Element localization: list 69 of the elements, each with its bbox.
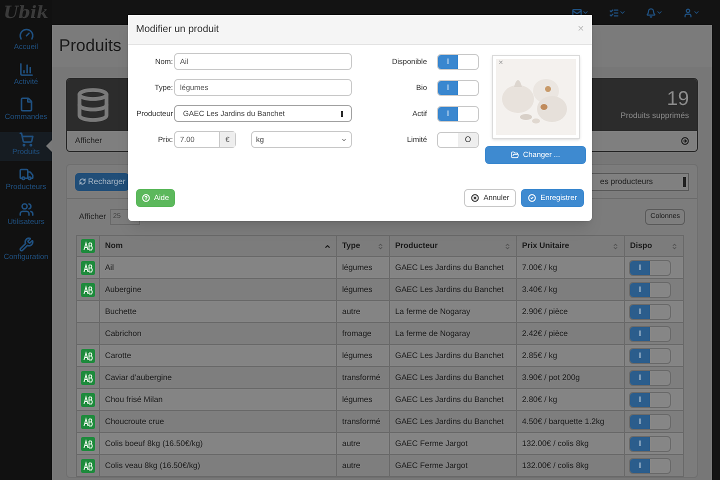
bio-label-icon bbox=[80, 282, 95, 296]
toggle-switch[interactable]: I bbox=[628, 304, 671, 320]
sort-ascending-icon bbox=[324, 242, 332, 250]
bio-label-icon bbox=[80, 414, 95, 428]
stats-label: Produits supprimés bbox=[620, 110, 689, 122]
toggle-switch[interactable]: I bbox=[628, 348, 671, 364]
check-icon bbox=[528, 194, 536, 202]
stats-count: 19 bbox=[666, 88, 689, 110]
table-cell: 132.00€ / colis 8kg bbox=[516, 454, 624, 476]
bell-icon bbox=[646, 8, 656, 18]
bio-label-icon bbox=[80, 370, 95, 384]
remove-image-button[interactable]: × bbox=[498, 59, 504, 67]
toggle-switch[interactable]: I bbox=[437, 80, 479, 96]
toggle-switch[interactable]: I bbox=[628, 436, 671, 452]
caret-icon bbox=[341, 136, 347, 142]
list-icon bbox=[609, 8, 619, 18]
toggle-switch[interactable]: I bbox=[437, 54, 479, 70]
column-header[interactable]: Producteur bbox=[390, 236, 517, 256]
database-icon bbox=[75, 87, 111, 123]
toggle-switch[interactable]: I bbox=[628, 458, 671, 474]
wrench-icon bbox=[18, 237, 34, 252]
sort-icon bbox=[612, 242, 619, 250]
cart-icon bbox=[18, 132, 34, 147]
column-header[interactable]: Nom bbox=[99, 236, 337, 256]
bio-label-icon bbox=[80, 392, 95, 406]
user-menu[interactable] bbox=[683, 8, 700, 18]
gauge-icon bbox=[18, 27, 34, 42]
users-icon bbox=[18, 202, 34, 217]
bio-label-icon bbox=[80, 436, 95, 450]
show-label: Afficher bbox=[79, 211, 106, 223]
file-icon bbox=[18, 97, 34, 112]
arrow-circle-icon bbox=[681, 137, 689, 145]
caret-icon bbox=[619, 9, 626, 16]
page-title: Produits bbox=[59, 35, 122, 58]
bio-label-icon bbox=[80, 348, 95, 362]
bar-chart-icon bbox=[18, 62, 34, 77]
table-cell: autre bbox=[336, 454, 390, 476]
truck-icon bbox=[18, 167, 34, 182]
table-cell: GAEC Ferme Jargot bbox=[390, 454, 517, 476]
column-header[interactable] bbox=[76, 236, 100, 256]
caret-icon bbox=[582, 9, 589, 16]
column-header[interactable]: Prix Unitaire bbox=[516, 236, 624, 256]
toggle-switch[interactable]: O bbox=[437, 132, 479, 148]
help-icon bbox=[142, 194, 150, 202]
toggle-switch[interactable]: I bbox=[628, 414, 671, 430]
caret-icon bbox=[693, 9, 700, 16]
bio-label-icon bbox=[80, 260, 95, 274]
dialog-title: Modifier un produit bbox=[136, 23, 219, 37]
close-icon bbox=[471, 194, 480, 202]
alerts-menu[interactable] bbox=[646, 8, 663, 18]
table-cell: Colis veau 8kg (16.50€/kg) bbox=[99, 454, 337, 476]
sort-icon bbox=[504, 242, 512, 250]
refresh-icon bbox=[79, 178, 86, 185]
mail-menu[interactable] bbox=[572, 8, 589, 18]
bio-label-icon bbox=[80, 239, 95, 253]
toggle-switch[interactable]: I bbox=[628, 370, 671, 386]
bio-label-icon bbox=[80, 458, 95, 472]
reload-button[interactable]: Recharger bbox=[75, 172, 130, 190]
user-icon bbox=[683, 8, 693, 18]
tasks-menu[interactable] bbox=[609, 8, 626, 18]
folder-icon bbox=[510, 151, 519, 159]
toggle-switch[interactable]: I bbox=[437, 106, 479, 122]
toggle-switch[interactable]: I bbox=[628, 392, 671, 408]
toggle-switch[interactable]: I bbox=[628, 282, 671, 298]
sort-icon bbox=[671, 242, 678, 250]
toggle-switch[interactable]: I bbox=[628, 326, 671, 342]
caret-icon bbox=[656, 9, 663, 16]
sort-icon bbox=[377, 242, 384, 250]
toggle-switch[interactable]: I bbox=[628, 260, 671, 276]
